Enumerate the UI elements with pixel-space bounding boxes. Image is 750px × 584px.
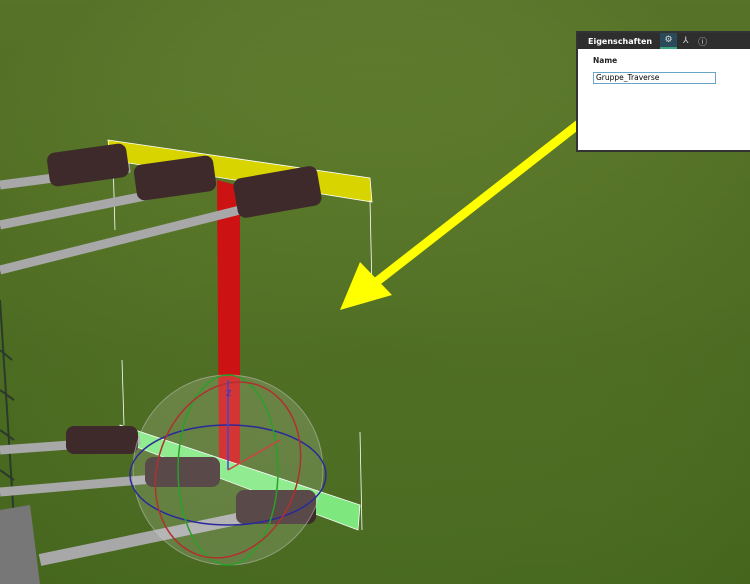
name-label: Name	[593, 56, 618, 65]
tab-hierarchy[interactable]: ⅄	[677, 33, 694, 49]
panel-title: Eigenschaften	[588, 36, 653, 46]
name-input[interactable]	[593, 71, 716, 84]
gear-icon: ⚙	[664, 35, 673, 45]
info-icon: ⓘ	[698, 37, 708, 48]
tab-settings[interactable]: ⚙	[660, 33, 678, 49]
panel-header: Eigenschaften ⚙ ⅄ ⓘ	[578, 33, 750, 49]
hierarchy-icon: ⅄	[682, 36, 689, 46]
gizmo-z-label: Z	[226, 389, 232, 398]
tab-info[interactable]: ⓘ	[694, 33, 711, 49]
properties-panel: Eigenschaften ⚙ ⅄ ⓘ Name	[576, 31, 750, 152]
